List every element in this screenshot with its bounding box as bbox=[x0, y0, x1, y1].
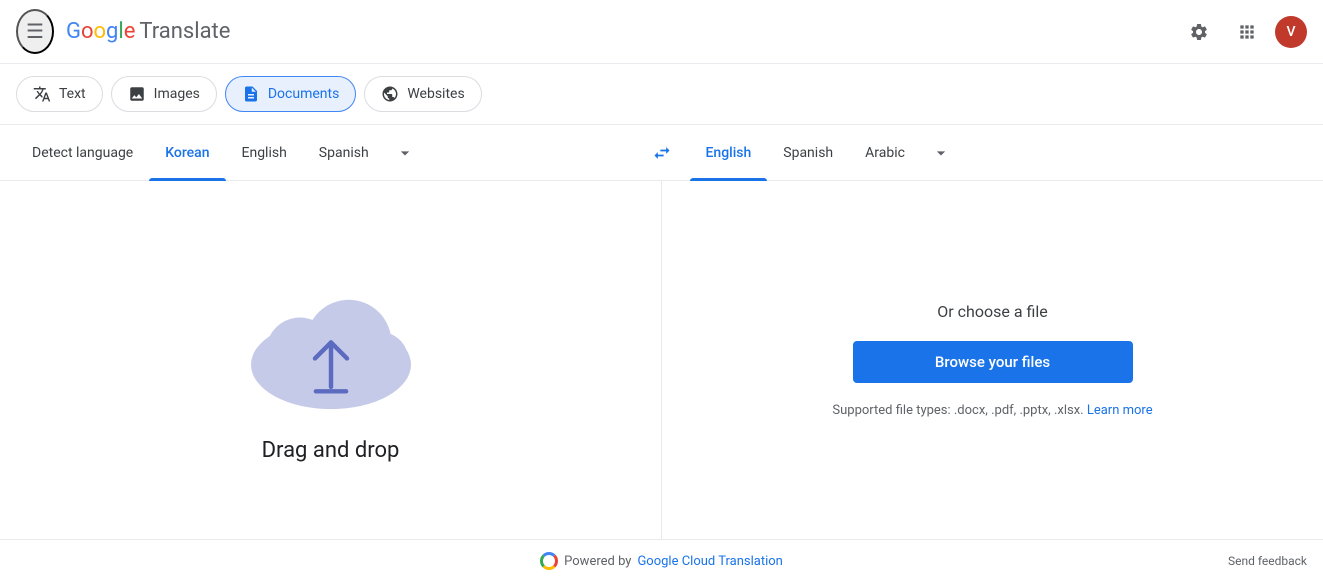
logo-google: Google bbox=[66, 19, 135, 44]
source-lang-more[interactable] bbox=[385, 133, 425, 173]
logo: Google Translate bbox=[66, 19, 230, 44]
tab-images-label: Images bbox=[154, 86, 200, 102]
gear-icon bbox=[1189, 22, 1209, 42]
tab-websites[interactable]: Websites bbox=[364, 76, 481, 112]
upload-illustration bbox=[231, 258, 431, 418]
header: ☰ Google Translate V bbox=[0, 0, 1323, 64]
header-left: ☰ Google Translate bbox=[16, 9, 230, 54]
swap-languages-button[interactable] bbox=[642, 133, 682, 173]
documents-icon bbox=[242, 85, 260, 103]
powered-by-text: Powered by bbox=[564, 554, 631, 569]
cloud-svg bbox=[231, 258, 431, 418]
send-feedback-link[interactable]: Send feedback bbox=[1228, 554, 1307, 568]
language-row: Detect language Korean English Spanish E… bbox=[0, 125, 1323, 181]
chevron-down-icon bbox=[395, 143, 415, 163]
text-icon bbox=[33, 85, 51, 103]
gcloud-icon bbox=[540, 552, 558, 570]
tab-images[interactable]: Images bbox=[111, 76, 217, 112]
tab-documents-label: Documents bbox=[268, 86, 339, 102]
tab-text[interactable]: Text bbox=[16, 76, 103, 112]
target-lang-arabic[interactable]: Arabic bbox=[849, 125, 921, 181]
settings-button[interactable] bbox=[1179, 12, 1219, 52]
target-lang-english[interactable]: English bbox=[690, 125, 768, 181]
target-lang-group: English Spanish Arabic bbox=[690, 125, 1308, 181]
left-panel: Drag and drop bbox=[0, 181, 662, 539]
websites-icon bbox=[381, 85, 399, 103]
or-choose-label: Or choose a file bbox=[937, 302, 1047, 321]
menu-button[interactable]: ☰ bbox=[16, 9, 54, 54]
browse-files-button[interactable]: Browse your files bbox=[853, 341, 1133, 383]
source-lang-detect[interactable]: Detect language bbox=[16, 125, 149, 181]
chevron-down-icon-2 bbox=[931, 143, 951, 163]
header-right: V bbox=[1179, 12, 1307, 52]
tab-websites-label: Websites bbox=[407, 86, 464, 102]
gcloud-link[interactable]: Google Cloud Translation bbox=[637, 554, 782, 569]
mode-tabs: Text Images Documents Websites bbox=[0, 64, 1323, 125]
learn-more-link[interactable]: Learn more bbox=[1087, 403, 1153, 418]
images-icon bbox=[128, 85, 146, 103]
right-panel: Or choose a file Browse your files Suppo… bbox=[662, 181, 1323, 539]
logo-translate: Translate bbox=[139, 19, 230, 44]
apps-button[interactable] bbox=[1227, 12, 1267, 52]
tab-documents[interactable]: Documents bbox=[225, 76, 356, 112]
source-lang-group: Detect language Korean English Spanish bbox=[16, 125, 634, 181]
avatar[interactable]: V bbox=[1275, 16, 1307, 48]
source-lang-english[interactable]: English bbox=[226, 125, 303, 181]
tab-text-label: Text bbox=[59, 86, 86, 102]
swap-icon bbox=[652, 143, 672, 163]
source-lang-spanish[interactable]: Spanish bbox=[303, 125, 385, 181]
source-lang-korean[interactable]: Korean bbox=[149, 125, 225, 181]
footer: Powered by Google Cloud Translation Send… bbox=[0, 539, 1323, 582]
target-lang-more[interactable] bbox=[921, 133, 961, 173]
target-lang-spanish[interactable]: Spanish bbox=[767, 125, 849, 181]
drag-drop-label: Drag and drop bbox=[262, 438, 400, 463]
apps-icon bbox=[1237, 22, 1257, 42]
supported-types: Supported file types: .docx, .pdf, .pptx… bbox=[832, 403, 1152, 418]
main-content: Drag and drop Or choose a file Browse yo… bbox=[0, 181, 1323, 539]
